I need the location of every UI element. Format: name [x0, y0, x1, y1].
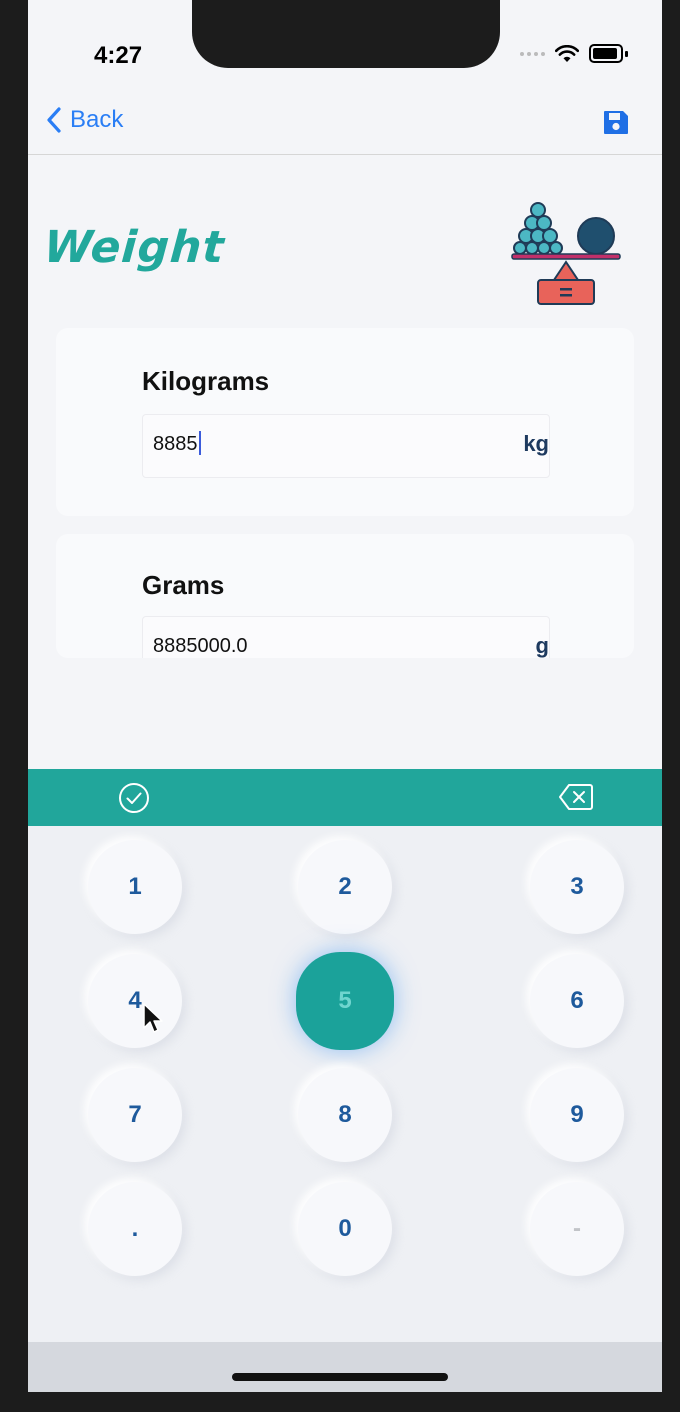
status-time: 4:27 — [94, 42, 143, 69]
numeric-keypad: 1 2 3 4 5 6 7 8 9 . 0 - — [28, 826, 662, 1342]
kilograms-card: Kilograms 8885 kg — [56, 328, 634, 516]
grams-value: 8885000.0 — [153, 635, 248, 657]
chevron-left-icon — [47, 107, 61, 133]
key-0[interactable]: 0 — [298, 1182, 392, 1276]
back-button[interactable]: Back — [46, 106, 123, 134]
balance-scale-icon — [511, 202, 621, 305]
back-label: Back — [70, 106, 124, 133]
key-3[interactable]: 3 — [530, 840, 624, 934]
keypad-toolbar — [28, 769, 662, 826]
home-indicator[interactable] — [232, 1373, 448, 1381]
grams-unit: g — [535, 633, 549, 658]
signal-icon — [520, 51, 545, 56]
done-button[interactable] — [118, 782, 150, 819]
status-icons — [520, 44, 628, 63]
kilograms-label: Kilograms — [142, 366, 270, 396]
key-7[interactable]: 7 — [88, 1068, 182, 1162]
navigation-bar: Back — [28, 92, 662, 155]
key-9[interactable]: 9 — [530, 1068, 624, 1162]
key-6[interactable]: 6 — [530, 954, 624, 1048]
grams-input[interactable]: 8885000.0 g — [142, 616, 550, 658]
notch — [192, 0, 500, 68]
save-button[interactable] — [602, 108, 630, 141]
grams-label: Grams — [142, 570, 225, 600]
mouse-pointer-icon — [143, 1003, 163, 1033]
key-4[interactable]: 4 — [88, 954, 182, 1048]
page-title: Weight — [42, 222, 227, 273]
key-5[interactable]: 5 — [296, 952, 394, 1050]
wifi-icon — [555, 44, 579, 62]
key-minus[interactable]: - — [530, 1182, 624, 1276]
key-8[interactable]: 8 — [298, 1068, 392, 1162]
key-decimal[interactable]: . — [88, 1182, 182, 1276]
checkmark-circle-icon — [119, 783, 149, 813]
save-icon — [604, 111, 628, 134]
grams-card: Grams 8885000.0 g — [56, 534, 634, 658]
text-caret — [198, 431, 201, 456]
delete-button[interactable] — [558, 783, 594, 816]
kilograms-unit: kg — [523, 431, 549, 456]
backspace-icon — [559, 784, 593, 810]
key-1[interactable]: 1 — [88, 840, 182, 934]
kilograms-input[interactable]: 8885 kg — [142, 414, 550, 478]
key-2[interactable]: 2 — [298, 840, 392, 934]
home-indicator-area — [28, 1342, 662, 1392]
kilograms-value: 8885 — [153, 431, 201, 456]
battery-icon — [589, 44, 623, 63]
